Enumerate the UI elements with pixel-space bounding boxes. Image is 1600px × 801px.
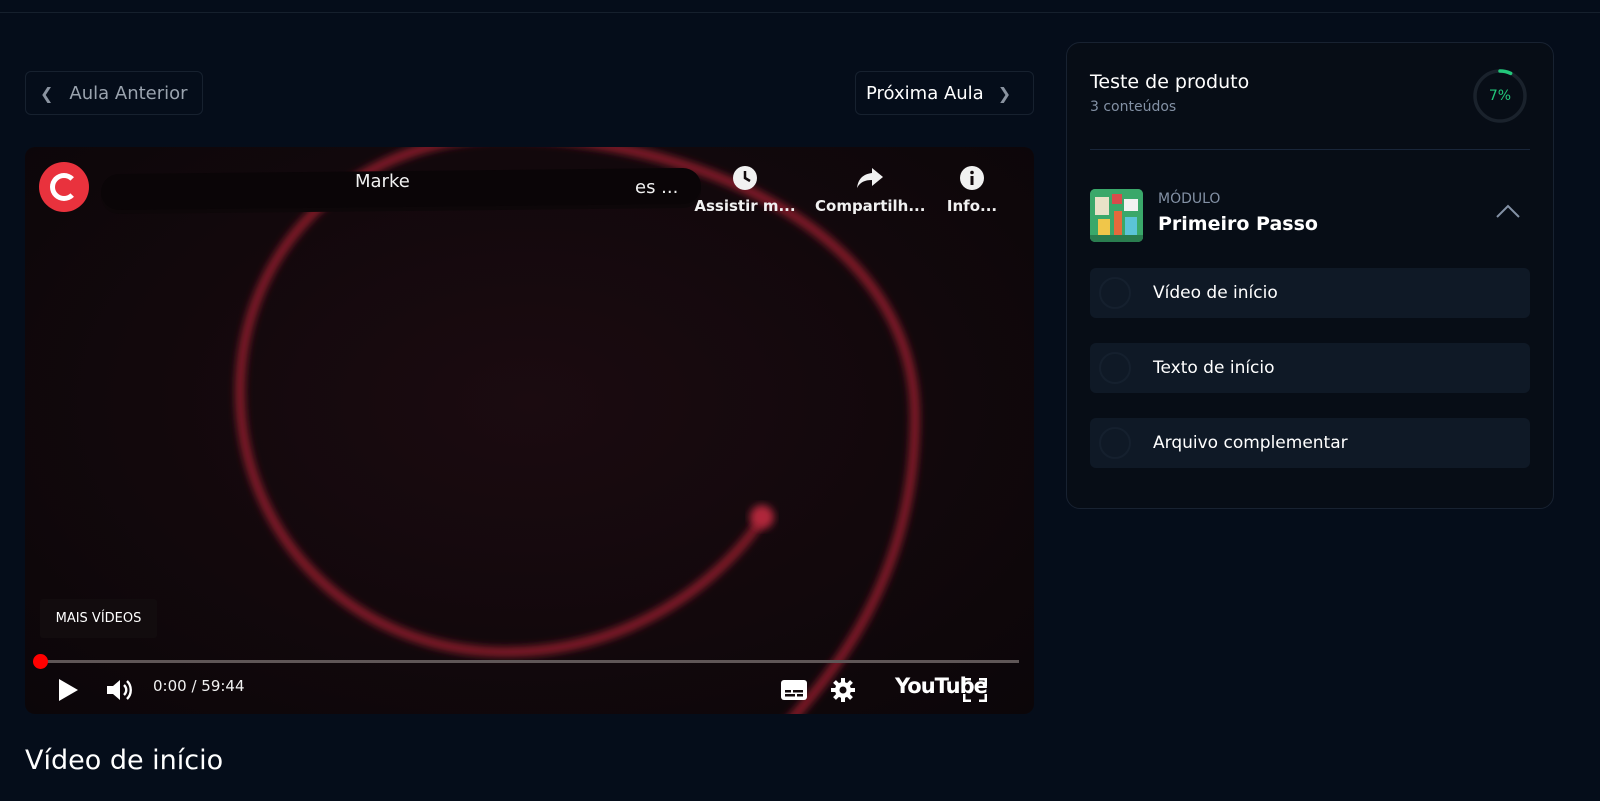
share-button[interactable]: Compartilh...: [815, 163, 925, 215]
course-content-count: 3 conteúdos: [1090, 99, 1177, 115]
module-item-label: Vídeo de início: [1153, 283, 1278, 303]
volume-button[interactable]: [103, 675, 135, 705]
gear-icon: [831, 678, 855, 702]
completion-checkbox[interactable]: [1099, 277, 1131, 309]
completion-checkbox[interactable]: [1099, 352, 1131, 384]
watch-later-label: Assistir m...: [694, 197, 796, 215]
module-item-label: Texto de início: [1153, 358, 1275, 378]
play-button[interactable]: [53, 675, 83, 705]
channel-avatar[interactable]: [39, 162, 89, 212]
chevron-right-icon: ❯: [997, 83, 1012, 103]
chevron-left-icon: ❮: [40, 83, 54, 103]
video-progress-bar[interactable]: [33, 654, 1019, 669]
previous-lesson-label: Aula Anterior: [69, 82, 188, 104]
top-divider: [0, 12, 1600, 13]
module-item-video-de-inicio[interactable]: Vídeo de início: [1090, 268, 1530, 318]
settings-button[interactable]: [828, 675, 858, 705]
video-scrubber-handle[interactable]: [33, 654, 48, 669]
fullscreen-icon: [963, 678, 987, 702]
video-title-fragment-end[interactable]: es ...: [635, 177, 678, 198]
more-videos-button[interactable]: MAIS VÍDEOS: [40, 599, 157, 638]
info-button[interactable]: Info...: [937, 163, 1007, 215]
share-label: Compartilh...: [815, 197, 926, 215]
play-icon: [59, 679, 78, 701]
clock-icon: [690, 163, 800, 193]
video-title-fragment[interactable]: Marke: [355, 171, 410, 192]
fullscreen-button[interactable]: [960, 675, 990, 705]
captions-button[interactable]: [778, 675, 810, 705]
course-progress-ring: 7%: [1472, 68, 1528, 124]
module-collapse-button[interactable]: [1495, 203, 1521, 223]
module-item-label: Arquivo complementar: [1153, 433, 1348, 453]
next-lesson-label: Próxima Aula: [866, 82, 984, 104]
next-lesson-button[interactable]: Próxima Aula ❯: [855, 71, 1034, 115]
module-item-arquivo-complementar[interactable]: Arquivo complementar: [1090, 418, 1530, 468]
info-icon: [937, 163, 1007, 193]
completion-checkbox[interactable]: [1099, 427, 1131, 459]
share-icon: [815, 163, 925, 193]
module-label: MÓDULO: [1158, 191, 1221, 207]
chevron-up-icon: [1496, 204, 1520, 218]
panel-divider: [1090, 149, 1530, 150]
module-thumbnail: [1090, 189, 1143, 242]
course-panel: Teste de produto 3 conteúdos 7% MÓDULO P…: [1066, 42, 1554, 509]
course-title: Teste de produto: [1090, 71, 1250, 93]
watch-later-button[interactable]: Assistir m...: [690, 163, 800, 215]
module-name: Primeiro Passo: [1158, 213, 1318, 235]
previous-lesson-button[interactable]: ❮ Aula Anterior: [25, 71, 203, 115]
video-player[interactable]: Marke es ... Assistir m... Compartilh...…: [25, 147, 1034, 714]
video-thumbnail-ring: [235, 147, 920, 714]
course-progress-percent: 7%: [1488, 88, 1512, 104]
lesson-title: Vídeo de início: [25, 745, 224, 776]
video-time-display: 0:00 / 59:44: [153, 677, 245, 695]
captions-icon: [781, 680, 807, 700]
volume-icon: [107, 680, 132, 700]
module-item-texto-de-inicio[interactable]: Texto de início: [1090, 343, 1530, 393]
info-label: Info...: [946, 197, 998, 215]
